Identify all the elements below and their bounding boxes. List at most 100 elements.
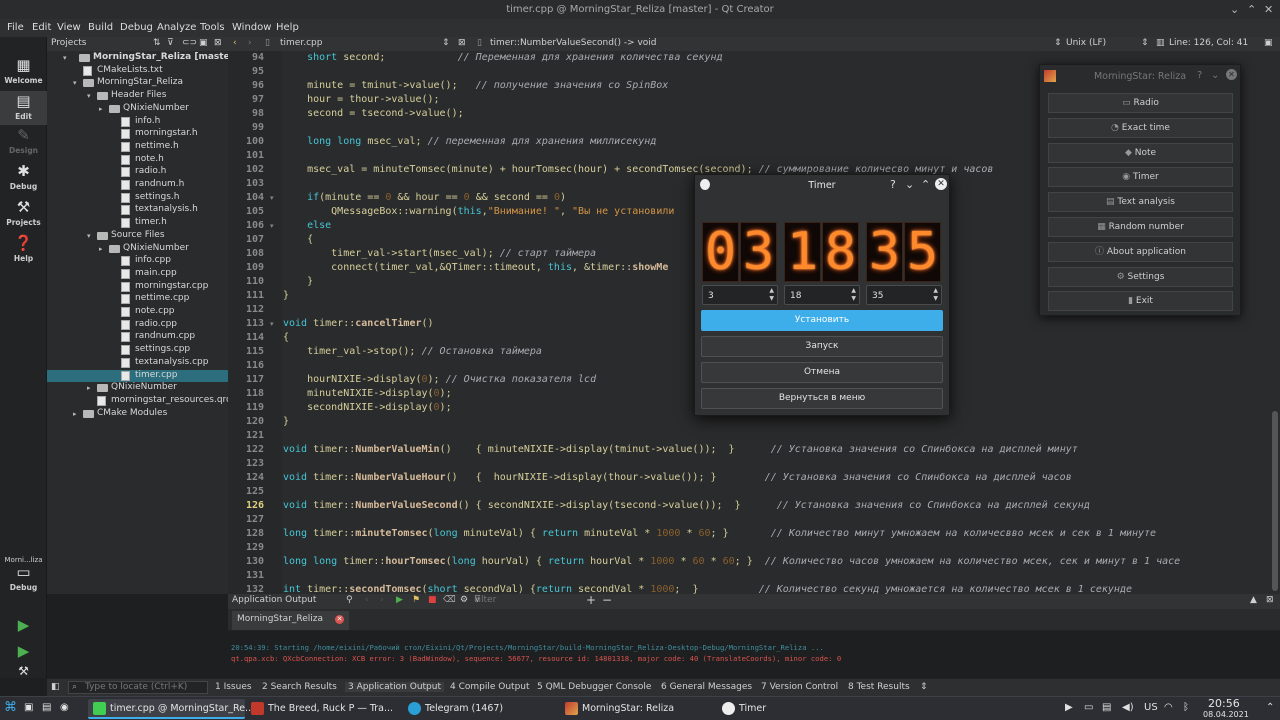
tree-item[interactable]: note.cpp: [47, 306, 228, 319]
maximize-icon[interactable]: ⌃: [921, 178, 930, 191]
taskbar-window-qtcreator[interactable]: timer.cpp @ MorningStar_Re...: [88, 699, 254, 719]
tree-item[interactable]: timer.cpp: [47, 369, 228, 383]
split-icon[interactable]: ▣: [199, 38, 208, 48]
menu-help[interactable]: Help: [276, 22, 299, 33]
tree-item[interactable]: timer.h: [47, 217, 228, 230]
filter-input[interactable]: Filter: [474, 595, 496, 605]
wifi-icon[interactable]: ◠: [1164, 702, 1173, 713]
tree-item[interactable]: ▸ QNixieNumber: [47, 103, 228, 116]
tree-item[interactable]: radio.cpp: [47, 319, 228, 332]
back-to-menu-button[interactable]: Вернуться в меню: [701, 388, 943, 409]
debug-run-button[interactable]: ▶: [0, 643, 47, 663]
tree-item[interactable]: settings.h: [47, 192, 228, 205]
back-icon[interactable]: ‹: [233, 38, 237, 48]
window-close-button[interactable]: ✕: [1264, 3, 1273, 16]
output-text[interactable]: 20:54:39: Starting /home/eixini/Рабочий …: [228, 631, 1270, 678]
tree-item[interactable]: info.cpp: [47, 255, 228, 268]
status-tab-general[interactable]: 6 General Messages: [661, 682, 752, 692]
collapsed-arrow-icon[interactable]: ▸: [99, 245, 103, 253]
status-tab-vcs[interactable]: 7 Version Control: [761, 682, 838, 692]
collapsed-arrow-icon[interactable]: ▸: [99, 105, 103, 113]
tree-item[interactable]: morningstar.h: [47, 128, 228, 141]
window-maximize-button[interactable]: ⌃: [1247, 3, 1256, 16]
close-icon[interactable]: ✕: [1226, 69, 1237, 80]
status-tab-tests[interactable]: 8 Test Results: [848, 682, 910, 692]
app-launcher-icon[interactable]: ⌘: [4, 700, 17, 720]
status-tab-search[interactable]: 2 Search Results: [262, 682, 337, 692]
minutes-spinbox[interactable]: 18 ▲ ▼: [784, 285, 860, 305]
zoom-in-icon[interactable]: +: [586, 593, 596, 607]
close-icon[interactable]: ✕: [935, 178, 947, 190]
projects-pane-title[interactable]: Projects: [51, 38, 86, 48]
sort-icon[interactable]: ⇅: [153, 38, 161, 48]
cursor-position[interactable]: Line: 126, Col: 41: [1169, 38, 1248, 48]
files-icon[interactable]: ▤: [42, 702, 51, 720]
spin-arrows-icon[interactable]: ▲ ▼: [769, 287, 774, 303]
forward-icon[interactable]: ›: [248, 38, 252, 48]
mode-design[interactable]: ✎ Design: [0, 127, 47, 161]
line-ending-icon[interactable]: ⇕: [1141, 38, 1149, 48]
menu-button-exit[interactable]: ▮ Exit: [1048, 291, 1233, 312]
menu-button-text-analysis[interactable]: ▤ Text analysis: [1048, 192, 1233, 213]
tree-item[interactable]: morningstar_resources.qrc: [47, 395, 231, 408]
expanded-arrow-icon[interactable]: ▾: [73, 79, 77, 87]
tree-item[interactable]: nettime.cpp: [47, 293, 228, 306]
mode-debug[interactable]: ✱ Debug: [0, 163, 47, 197]
window-minimize-button[interactable]: ⌄: [1230, 3, 1239, 16]
tree-item[interactable]: ▸ CMake Modules: [47, 408, 228, 421]
zoom-out-icon[interactable]: −: [602, 593, 612, 607]
spin-arrows-icon[interactable]: ▲ ▼: [933, 287, 938, 303]
clear-icon[interactable]: ⌫: [443, 595, 456, 605]
volume-icon[interactable]: ◀): [1122, 702, 1134, 713]
tree-item[interactable]: nettime.h: [47, 141, 228, 154]
clipboard-icon[interactable]: ▤: [1102, 702, 1111, 713]
output-tab[interactable]: MorningStar_Reliza ✕: [232, 611, 350, 630]
status-tab-qml[interactable]: 5 QML Debugger Console: [537, 682, 651, 692]
tree-item[interactable]: textanalysis.h: [47, 204, 228, 217]
tree-item[interactable]: randnum.cpp: [47, 331, 228, 344]
mode-help[interactable]: ❓ Help: [0, 235, 47, 269]
tree-item[interactable]: note.h: [47, 154, 228, 167]
menu-edit[interactable]: Edit: [32, 22, 51, 33]
menu-debug[interactable]: Debug: [120, 22, 153, 33]
tree-item[interactable]: radio.h: [47, 166, 228, 179]
function-list-icon[interactable]: ⇕: [1054, 38, 1062, 48]
build-button[interactable]: ⚒: [0, 665, 47, 678]
status-tab-compile[interactable]: 4 Compile Output: [450, 682, 530, 692]
run-button[interactable]: ▶: [0, 617, 47, 637]
tree-item[interactable]: ▸ QNixieNumber: [47, 382, 228, 395]
media-icon[interactable]: ▶: [1065, 702, 1073, 713]
cancel-button[interactable]: Отмена: [701, 362, 943, 383]
menu-file[interactable]: File: [7, 22, 24, 33]
tree-item[interactable]: ▾ Header Files: [47, 90, 228, 103]
scrollbar-thumb[interactable]: [1272, 411, 1278, 591]
mode-edit[interactable]: ▤ Edit: [0, 91, 47, 125]
tree-item[interactable]: ▾ MorningStar_Reliza: [47, 77, 228, 90]
line-ending[interactable]: Unix (LF): [1066, 38, 1106, 48]
tree-item[interactable]: textanalysis.cpp: [47, 357, 228, 370]
kit-selector[interactable]: Morni...liza ▭ Debug: [0, 556, 47, 600]
tree-item[interactable]: ▸ QNixieNumber: [47, 243, 228, 256]
menu-tools[interactable]: Tools: [200, 22, 225, 33]
expanded-arrow-icon[interactable]: ▾: [87, 232, 91, 240]
expanded-arrow-icon[interactable]: ▾: [87, 92, 91, 100]
file-list-icon[interactable]: ⇕: [442, 38, 450, 48]
settings-icon[interactable]: ⚙: [460, 595, 468, 605]
tree-item[interactable]: morningstar.cpp: [47, 281, 228, 294]
rerun-icon[interactable]: ▶: [396, 595, 403, 605]
menu-button-exact-time[interactable]: ◔ Exact time: [1048, 117, 1233, 138]
show-desktop-icon[interactable]: ⌃: [1266, 702, 1274, 713]
stop-icon[interactable]: ■: [428, 595, 437, 605]
split-view-icon[interactable]: ▣: [1264, 38, 1273, 48]
taskbar-window-telegram[interactable]: Telegram (1467): [403, 699, 558, 719]
menu-view[interactable]: View: [57, 22, 81, 33]
editor-scrollbar[interactable]: [1270, 51, 1280, 594]
close-file-icon[interactable]: ⊠: [458, 38, 466, 48]
link-icon[interactable]: ⊂⊃: [182, 38, 197, 48]
menu-window[interactable]: Window: [232, 22, 271, 33]
menu-analyze[interactable]: Analyze: [157, 22, 196, 33]
collapsed-arrow-icon[interactable]: ▸: [87, 384, 91, 392]
more-tabs-icon[interactable]: ⇕: [920, 682, 928, 692]
expanded-arrow-icon[interactable]: ▾: [63, 54, 67, 62]
taskbar-window-morningstar[interactable]: MorningStar: Reliza: [560, 699, 715, 719]
